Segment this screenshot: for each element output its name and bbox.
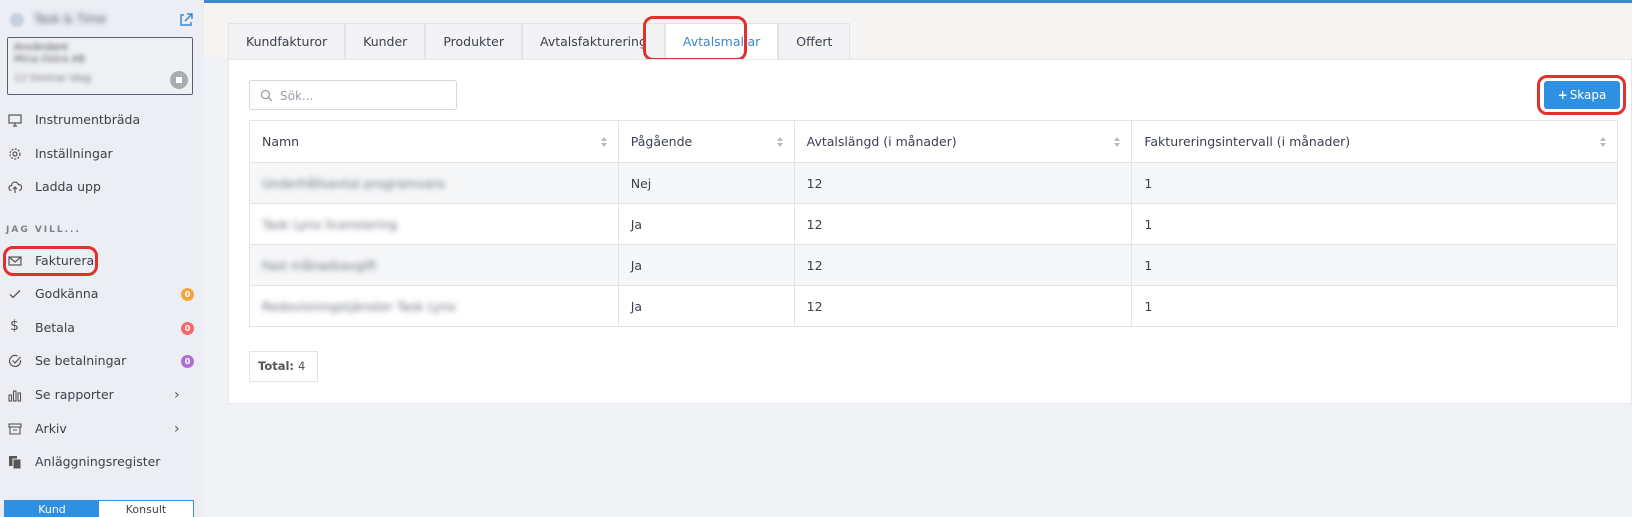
- highlight-create-button: [1537, 75, 1626, 115]
- cell-ongoing: Nej: [617, 162, 795, 204]
- cell-text: Fast månadsavgift: [262, 257, 377, 273]
- column-header-label: Avtalslängd (i månader): [806, 134, 957, 149]
- tab-offert[interactable]: Offert: [778, 23, 851, 60]
- column-header-faktureringsintervall[interactable]: Faktureringsintervall (i månader): [1131, 120, 1618, 163]
- cell-name: Redovisningstjänster Task Lynx: [249, 285, 619, 327]
- sidebar-item-label: Se betalningar: [35, 353, 127, 368]
- cell-length: 12: [793, 162, 1133, 204]
- toggle-kund[interactable]: Kund: [5, 501, 99, 517]
- chevron-right-icon: ›: [174, 387, 180, 403]
- sidebar-item-label: Anläggningsregister: [35, 454, 161, 469]
- sidebar-item-label: Ladda upp: [35, 179, 101, 194]
- sidebar-item-upload[interactable]: Ladda upp: [0, 172, 204, 202]
- org-row[interactable]: Task & Time: [0, 6, 204, 34]
- cell-interval: 1: [1131, 203, 1618, 245]
- count-badge: 0: [181, 288, 194, 301]
- sort-icon: [776, 137, 783, 147]
- sidebar-item-dashboard[interactable]: Instrumentbräda: [0, 105, 204, 135]
- table-header-row: Namn Pågående Avtalslängd (i månader) Fa…: [249, 120, 1618, 163]
- tab-bar: Kundfakturor Kunder Produkter Avtalsfakt…: [228, 23, 851, 60]
- sidebar-item-label: Inställningar: [35, 146, 113, 161]
- cell-ongoing: Ja: [617, 285, 795, 327]
- cell-text: Redovisningstjänster Task Lynx: [262, 298, 457, 314]
- cell-ongoing: Ja: [617, 244, 795, 286]
- dollar-icon: $: [10, 318, 19, 334]
- sort-icon: [1114, 137, 1121, 147]
- external-link-icon[interactable]: [178, 12, 194, 28]
- cell-interval: 1: [1131, 162, 1618, 204]
- sidebar-item-label: Godkänna: [35, 286, 99, 301]
- sidebar-item-betala[interactable]: $ Betala 0: [0, 313, 204, 343]
- cell-name: Fast månadsavgift: [249, 244, 619, 286]
- cell-ongoing: Ja: [617, 203, 795, 245]
- cell-text: Task Lynx licensiering: [262, 216, 398, 232]
- archive-icon: [8, 423, 22, 435]
- section-label: JAG VILL...: [6, 225, 81, 235]
- column-header-label: Pågående: [630, 134, 693, 149]
- role-toggle[interactable]: Kund Konsult: [4, 500, 194, 517]
- cell-interval: 1: [1131, 244, 1618, 286]
- table-row[interactable]: Redovisningstjänster Task Lynx Ja 12 1: [249, 285, 1618, 327]
- sidebar-item-se-betalningar[interactable]: Se betalningar 0: [0, 346, 204, 376]
- sidebar-item-label: Se rapporter: [35, 387, 114, 402]
- user-timer: 12 timmar idag: [14, 73, 92, 84]
- cell-length: 12: [793, 203, 1133, 245]
- count-badge: 0: [181, 322, 194, 335]
- templates-table: Namn Pågående Avtalslängd (i månader) Fa…: [249, 120, 1618, 327]
- user-company: Mina Ostra AB: [14, 54, 86, 65]
- cloud-upload-icon: [8, 181, 22, 193]
- sidebar-item-se-rapporter[interactable]: Se rapporter ›: [0, 380, 204, 410]
- total-count: Total: 4: [249, 351, 318, 382]
- highlight-avtalsmallar-tab: [643, 16, 747, 61]
- gear-icon: [9, 148, 21, 160]
- column-header-label: Faktureringsintervall (i månader): [1144, 134, 1351, 149]
- sidebar-item-godkanna[interactable]: Godkänna 0: [0, 279, 204, 309]
- org-name: Task & Time: [34, 12, 107, 26]
- cell-name: Task Lynx licensiering: [249, 203, 619, 245]
- cell-name: Underhållsavtal programvara: [249, 162, 619, 204]
- user-name: Användare: [14, 42, 69, 53]
- stop-timer-icon[interactable]: [170, 71, 188, 89]
- chevron-right-icon: ›: [174, 421, 180, 437]
- sort-icon: [600, 137, 607, 147]
- documents-icon: [9, 456, 22, 469]
- user-card[interactable]: Användare Mina Ostra AB 12 timmar idag: [7, 37, 193, 95]
- check-circle-icon: [8, 354, 22, 368]
- org-logo-icon: [10, 13, 24, 27]
- bar-chart-icon: [8, 390, 22, 402]
- table-row[interactable]: Task Lynx licensiering Ja 12 1: [249, 203, 1618, 245]
- cell-text: Underhållsavtal programvara: [262, 175, 445, 191]
- column-header-pagaende[interactable]: Pågående: [617, 120, 795, 163]
- toggle-konsult[interactable]: Konsult: [99, 501, 193, 517]
- column-header-namn[interactable]: Namn: [249, 120, 619, 163]
- tab-kunder[interactable]: Kunder: [345, 23, 426, 60]
- sidebar-item-settings[interactable]: Inställningar: [0, 139, 204, 169]
- total-label: Total:: [258, 359, 295, 373]
- check-icon: [9, 290, 21, 299]
- total-value: 4: [298, 359, 306, 373]
- highlight-fakturera: [3, 246, 98, 276]
- monitor-icon: [8, 114, 22, 127]
- search-input[interactable]: [280, 86, 450, 106]
- search-box[interactable]: [249, 80, 457, 110]
- sidebar-item-label: Instrumentbräda: [35, 112, 141, 127]
- search-icon: [260, 89, 273, 102]
- table-row[interactable]: Fast månadsavgift Ja 12 1: [249, 244, 1618, 286]
- tab-produkter[interactable]: Produkter: [425, 23, 522, 60]
- sidebar-item-arkiv[interactable]: Arkiv ›: [0, 414, 204, 444]
- column-header-label: Namn: [262, 134, 300, 149]
- tab-kundfakturor[interactable]: Kundfakturor: [228, 23, 346, 60]
- column-header-avtalslangd[interactable]: Avtalslängd (i månader): [793, 120, 1133, 163]
- sort-icon: [1600, 137, 1606, 147]
- count-badge: 0: [181, 355, 194, 368]
- sidebar: Task & Time Användare Mina Ostra AB 12 t…: [0, 0, 204, 517]
- sidebar-item-label: Betala: [35, 320, 75, 335]
- cell-length: 12: [793, 285, 1133, 327]
- cell-length: 12: [793, 244, 1133, 286]
- sidebar-item-anlaggningsregister[interactable]: Anläggningsregister: [0, 447, 204, 477]
- table-row[interactable]: Underhållsavtal programvara Nej 12 1: [249, 162, 1618, 204]
- sidebar-item-label: Arkiv: [35, 421, 67, 436]
- cell-interval: 1: [1131, 285, 1618, 327]
